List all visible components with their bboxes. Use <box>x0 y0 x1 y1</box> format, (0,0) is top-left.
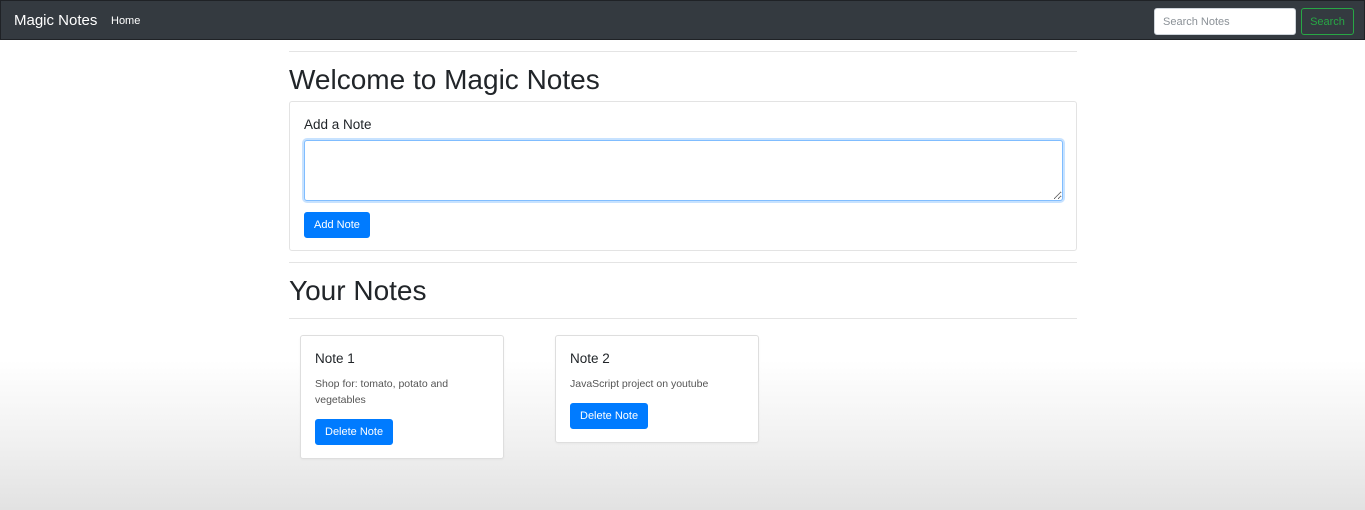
search-button[interactable]: Search <box>1301 8 1354 35</box>
note-card: Note 2 JavaScript project on youtube Del… <box>555 335 759 443</box>
nav-link-home[interactable]: Home <box>111 14 140 28</box>
add-note-button[interactable]: Add Note <box>304 212 370 238</box>
note-card: Note 1 Shop for: tomato, potato and vege… <box>300 335 504 459</box>
divider <box>289 318 1077 319</box>
your-notes-heading: Your Notes <box>289 275 427 306</box>
search-input[interactable] <box>1154 8 1296 35</box>
delete-note-button[interactable]: Delete Note <box>315 419 394 445</box>
divider <box>289 262 1077 263</box>
note-title: Note 1 <box>315 351 355 366</box>
note-title: Note 2 <box>570 351 610 366</box>
note-text: JavaScript project on youtube <box>570 378 709 390</box>
divider <box>289 51 1077 52</box>
welcome-heading: Welcome to Magic Notes <box>289 64 600 95</box>
note-text: Shop for: tomato, potato and vegetables <box>315 378 449 406</box>
navbar-brand[interactable]: Magic Notes <box>14 12 97 30</box>
add-note-label: Add a Note <box>304 117 372 132</box>
delete-note-button[interactable]: Delete Note <box>570 403 649 429</box>
navbar: Magic Notes Home Search <box>0 0 1365 40</box>
note-textarea[interactable] <box>304 140 1063 201</box>
add-note-card: Add a Note Add Note <box>289 101 1077 251</box>
